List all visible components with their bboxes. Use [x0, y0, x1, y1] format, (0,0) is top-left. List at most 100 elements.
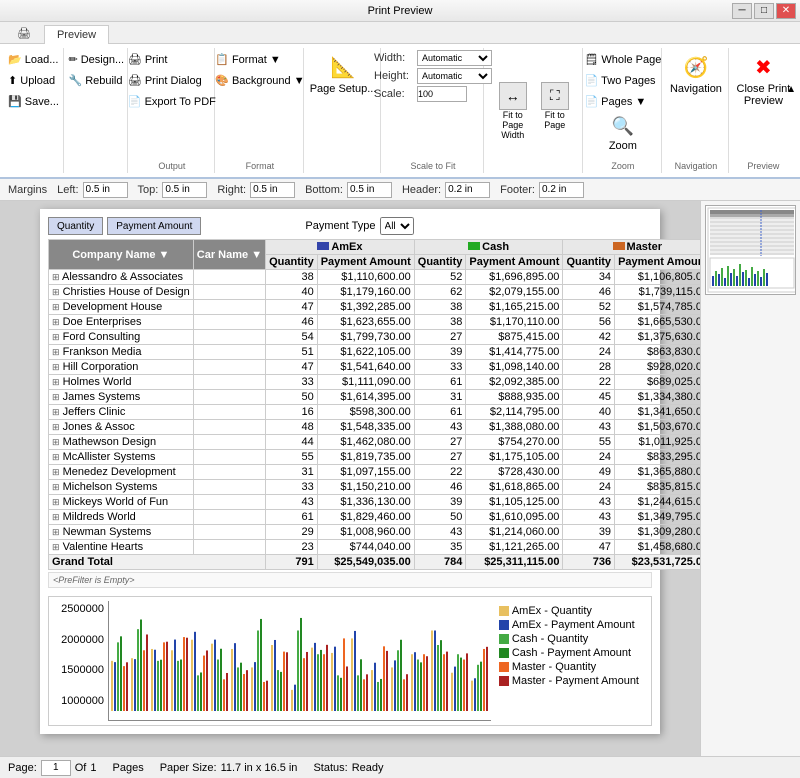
print-button[interactable]: 🖨 Print — [123, 50, 173, 69]
close-button[interactable]: ✕ — [776, 3, 796, 19]
pagesetup-button[interactable]: 📐 Page Setup... — [301, 50, 386, 100]
company-cell: ⊞ Development House — [49, 300, 194, 315]
table-row: ⊞ James Systems 50 $1,614,395.00 31 $888… — [49, 390, 701, 405]
master-amt-cell: $835,815.00 — [615, 480, 700, 495]
chart-bar — [114, 662, 116, 711]
car-cell — [193, 495, 265, 510]
expand-icon[interactable]: ⊞ — [52, 422, 60, 432]
table-row: ⊞ Frankson Media 51 $1,622,105.00 39 $1,… — [49, 345, 701, 360]
expand-icon[interactable]: ⊞ — [52, 542, 60, 552]
y-label-2500000: 2500000 — [53, 603, 104, 615]
top-input[interactable] — [162, 182, 207, 198]
ribbon-collapse-button[interactable]: ▲ — [786, 84, 796, 95]
cash-qty-cell: 43 — [414, 525, 466, 540]
right-input[interactable] — [250, 182, 295, 198]
expand-icon[interactable]: ⊞ — [52, 332, 60, 342]
expand-icon[interactable]: ⊞ — [52, 497, 60, 507]
expand-icon[interactable]: ⊞ — [52, 512, 60, 522]
fit-page-label: Fit toPage — [544, 110, 565, 130]
expand-icon[interactable]: ⊞ — [52, 302, 60, 312]
format-content: 📋 Format ▼ 🎨 Background ▼ — [210, 50, 309, 159]
maximize-button[interactable]: □ — [754, 3, 774, 19]
pages-label: Pages — [113, 762, 144, 774]
scale-input[interactable] — [417, 86, 467, 102]
payment-amount-filter-button[interactable]: Payment Amount — [107, 217, 201, 235]
expand-icon[interactable]: ⊞ — [52, 467, 60, 477]
amex-qty-cell: 16 — [266, 405, 318, 420]
save-button[interactable]: 💾 Save... — [3, 92, 64, 111]
cash-header: Cash — [414, 240, 563, 255]
amex-qty-header: Quantity — [266, 255, 318, 270]
navigation-button[interactable]: 🧭 Navigation — [661, 50, 731, 100]
chart-bar — [326, 645, 328, 711]
expand-icon[interactable]: ⊞ — [52, 482, 60, 492]
expand-icon[interactable]: ⊞ — [52, 452, 60, 462]
expand-icon[interactable]: ⊞ — [52, 347, 60, 357]
chart-bar — [443, 654, 445, 711]
header-input[interactable] — [445, 182, 490, 198]
chart-bar — [386, 651, 388, 711]
expand-icon[interactable]: ⊞ — [52, 362, 60, 372]
rebuild-button[interactable]: 🔧 Rebuild — [63, 71, 127, 90]
fit-to-page-button[interactable]: ⛶ Fit toPage — [536, 77, 574, 145]
height-select[interactable]: Automatic — [417, 68, 492, 84]
close-preview-button[interactable]: ✖ Close PrintPreview — [728, 50, 800, 112]
ribbon-group-zoom: 🗒 Whole Page 📄 Two Pages 📄 Pages ▼ 🔍 Zoo… — [585, 48, 662, 173]
expand-icon[interactable]: ⊞ — [52, 437, 60, 447]
y-label-1500000: 1500000 — [53, 664, 104, 676]
car-cell — [193, 270, 265, 285]
expand-icon[interactable]: ⊞ — [52, 392, 60, 402]
chart-bar — [400, 640, 402, 711]
background-icon: 🎨 — [215, 74, 229, 87]
status-value: Ready — [352, 762, 384, 774]
chart-bar — [226, 673, 228, 711]
table-row: ⊞ Holmes World 33 $1,111,090.00 61 $2,09… — [49, 375, 701, 390]
payment-type-select[interactable]: All — [380, 217, 414, 235]
master-amt-cell: $1,334,380.00 — [615, 390, 700, 405]
quantity-filter-button[interactable]: Quantity — [48, 217, 103, 235]
legend-cash-amt-label: Cash - Payment Amount — [512, 647, 631, 659]
minimize-button[interactable]: ─ — [732, 3, 752, 19]
amex-flag-icon — [317, 242, 329, 250]
bottom-input[interactable] — [347, 182, 392, 198]
navigation-icon: 🧭 — [683, 55, 708, 80]
print-dialog-button[interactable]: 🖨 Print Dialog — [123, 71, 207, 90]
two-pages-button[interactable]: 📄 Two Pages — [579, 71, 660, 90]
chart-bar — [437, 645, 439, 711]
export-pdf-button[interactable]: 📄 Export To PDF — [123, 92, 221, 111]
chart-bar — [177, 661, 179, 711]
chart-bar — [200, 672, 202, 711]
expand-icon[interactable]: ⊞ — [52, 287, 60, 297]
expand-icon[interactable]: ⊞ — [52, 377, 60, 387]
master-amt-cell: $1,375,630.00 — [615, 330, 700, 345]
expand-icon[interactable]: ⊞ — [52, 407, 60, 417]
chart-bar — [380, 679, 382, 711]
width-select[interactable]: Automatic — [417, 50, 492, 66]
zoom-button[interactable]: 🔍 Zoom — [600, 111, 646, 157]
load-button[interactable]: 📂 Load... — [3, 50, 63, 69]
expand-icon[interactable]: ⊞ — [52, 527, 60, 537]
page-input[interactable] — [41, 760, 71, 776]
amex-header: AmEx — [266, 240, 415, 255]
pages-button[interactable]: 📄 Pages ▼ — [579, 92, 651, 111]
format-button[interactable]: 📋 Format ▼ — [210, 50, 285, 69]
chart-bar — [340, 678, 342, 711]
footer-input[interactable] — [539, 182, 584, 198]
chart-bar — [426, 656, 428, 711]
amex-qty-cell: 48 — [266, 420, 318, 435]
whole-page-button[interactable]: 🗒 Whole Page — [579, 50, 666, 69]
expand-icon[interactable]: ⊞ — [52, 317, 60, 327]
background-button[interactable]: 🎨 Background ▼ — [210, 71, 309, 90]
tab-icon[interactable]: 🖨 — [4, 23, 44, 43]
fit-to-page-width-button[interactable]: ↔ Fit to PageWidth — [494, 77, 532, 145]
upload-button[interactable]: ⬆ Upload — [3, 71, 60, 90]
header-label: Header: — [402, 184, 441, 196]
grand-total-amex-qty: 791 — [266, 555, 318, 570]
tab-preview[interactable]: Preview — [44, 25, 109, 44]
left-input[interactable] — [83, 182, 128, 198]
design-button[interactable]: ✏ Design... — [63, 50, 129, 69]
expand-icon[interactable]: ⊞ — [52, 272, 60, 282]
thumbnail-panel — [700, 201, 800, 756]
master-amt-cell: $1,011,925.00 — [615, 435, 700, 450]
master-qty-cell: 34 — [563, 270, 615, 285]
